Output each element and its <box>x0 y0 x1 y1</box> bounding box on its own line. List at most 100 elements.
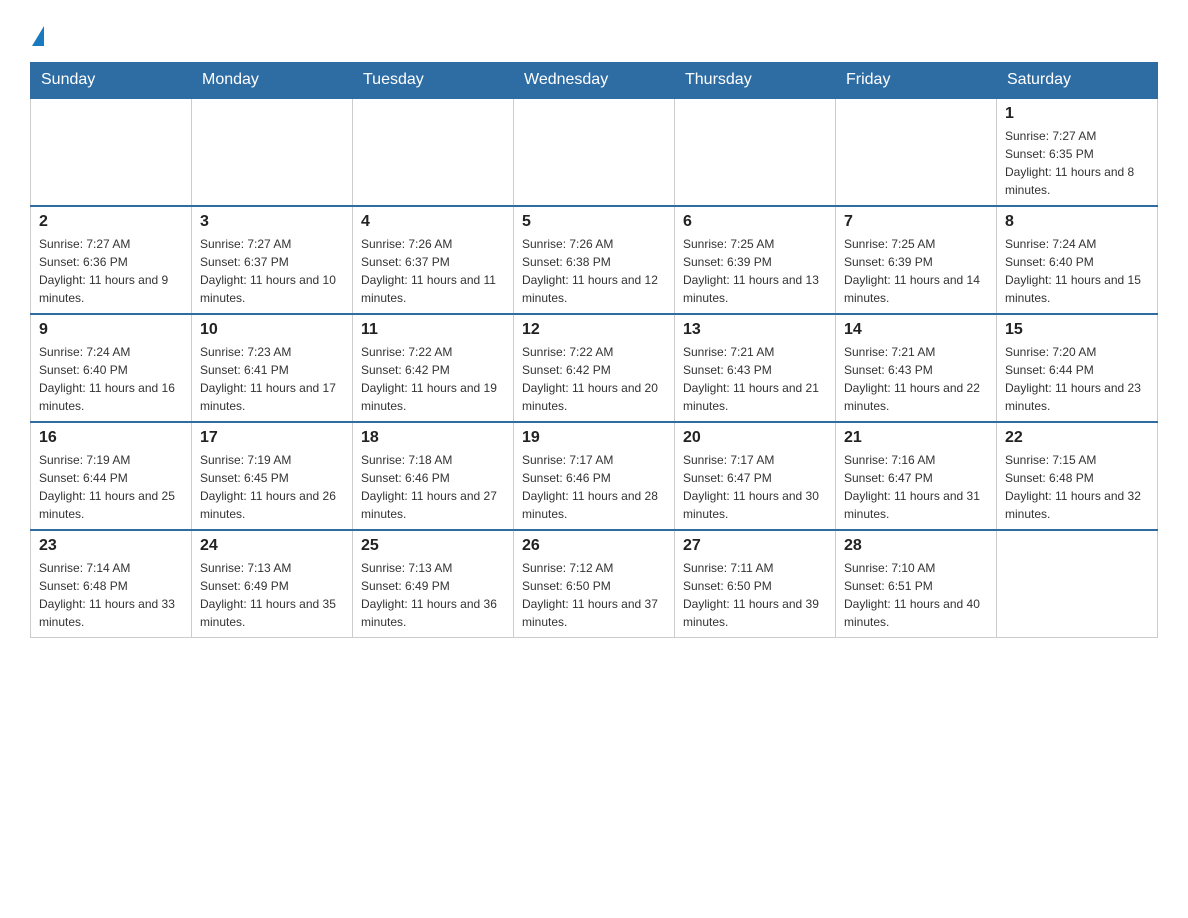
day-number: 22 <box>1005 429 1149 447</box>
day-number: 25 <box>361 537 505 555</box>
week-row-5: 23 Sunrise: 7:14 AM Sunset: 6:48 PM Dayli… <box>31 530 1158 638</box>
day-number: 15 <box>1005 321 1149 339</box>
day-info: Sunrise: 7:21 AM Sunset: 6:43 PM Dayligh… <box>683 343 827 415</box>
calendar-cell: 15 Sunrise: 7:20 AM Sunset: 6:44 PM Dayli… <box>997 314 1158 422</box>
calendar-cell: 17 Sunrise: 7:19 AM Sunset: 6:45 PM Dayli… <box>192 422 353 530</box>
week-row-1: 1 Sunrise: 7:27 AM Sunset: 6:35 PM Daylig… <box>31 98 1158 206</box>
calendar-cell: 16 Sunrise: 7:19 AM Sunset: 6:44 PM Dayli… <box>31 422 192 530</box>
day-info: Sunrise: 7:17 AM Sunset: 6:46 PM Dayligh… <box>522 451 666 523</box>
day-number: 28 <box>844 537 988 555</box>
day-info: Sunrise: 7:20 AM Sunset: 6:44 PM Dayligh… <box>1005 343 1149 415</box>
calendar-cell <box>514 98 675 206</box>
week-row-4: 16 Sunrise: 7:19 AM Sunset: 6:44 PM Dayli… <box>31 422 1158 530</box>
day-info: Sunrise: 7:17 AM Sunset: 6:47 PM Dayligh… <box>683 451 827 523</box>
calendar-cell: 2 Sunrise: 7:27 AM Sunset: 6:36 PM Daylig… <box>31 206 192 314</box>
day-info: Sunrise: 7:22 AM Sunset: 6:42 PM Dayligh… <box>361 343 505 415</box>
day-info: Sunrise: 7:25 AM Sunset: 6:39 PM Dayligh… <box>683 235 827 307</box>
calendar-cell: 1 Sunrise: 7:27 AM Sunset: 6:35 PM Daylig… <box>997 98 1158 206</box>
week-row-3: 9 Sunrise: 7:24 AM Sunset: 6:40 PM Daylig… <box>31 314 1158 422</box>
calendar-cell <box>836 98 997 206</box>
day-info: Sunrise: 7:25 AM Sunset: 6:39 PM Dayligh… <box>844 235 988 307</box>
day-info: Sunrise: 7:14 AM Sunset: 6:48 PM Dayligh… <box>39 559 183 631</box>
day-info: Sunrise: 7:21 AM Sunset: 6:43 PM Dayligh… <box>844 343 988 415</box>
weekday-header-monday: Monday <box>192 63 353 99</box>
calendar-cell: 11Sunrise: 7:22 AM Sunset: 6:42 PM Dayli… <box>353 314 514 422</box>
calendar-cell: 6Sunrise: 7:25 AM Sunset: 6:39 PM Daylig… <box>675 206 836 314</box>
day-info: Sunrise: 7:22 AM Sunset: 6:42 PM Dayligh… <box>522 343 666 415</box>
day-number: 16 <box>39 429 183 447</box>
calendar-cell: 24 Sunrise: 7:13 AM Sunset: 6:49 PM Dayli… <box>192 530 353 638</box>
week-row-2: 2 Sunrise: 7:27 AM Sunset: 6:36 PM Daylig… <box>31 206 1158 314</box>
weekday-header-row: SundayMondayTuesdayWednesdayThursdayFrid… <box>31 63 1158 99</box>
day-number: 17 <box>200 429 344 447</box>
logo-triangle-icon <box>32 26 44 46</box>
weekday-header-friday: Friday <box>836 63 997 99</box>
calendar-cell: 25 Sunrise: 7:13 AM Sunset: 6:49 PM Dayli… <box>353 530 514 638</box>
calendar-cell <box>31 98 192 206</box>
calendar-cell <box>192 98 353 206</box>
day-number: 5 <box>522 213 666 231</box>
calendar-cell: 18Sunrise: 7:18 AM Sunset: 6:46 PM Dayli… <box>353 422 514 530</box>
calendar-cell: 28 Sunrise: 7:10 AM Sunset: 6:51 PM Dayli… <box>836 530 997 638</box>
logo <box>30 20 46 52</box>
day-info: Sunrise: 7:19 AM Sunset: 6:44 PM Dayligh… <box>39 451 183 523</box>
weekday-header-sunday: Sunday <box>31 63 192 99</box>
day-number: 2 <box>39 213 183 231</box>
day-info: Sunrise: 7:24 AM Sunset: 6:40 PM Dayligh… <box>1005 235 1149 307</box>
day-number: 18 <box>361 429 505 447</box>
calendar-cell: 19 Sunrise: 7:17 AM Sunset: 6:46 PM Dayli… <box>514 422 675 530</box>
day-number: 3 <box>200 213 344 231</box>
day-info: Sunrise: 7:12 AM Sunset: 6:50 PM Dayligh… <box>522 559 666 631</box>
calendar-table: SundayMondayTuesdayWednesdayThursdayFrid… <box>30 62 1158 638</box>
day-number: 8 <box>1005 213 1149 231</box>
day-info: Sunrise: 7:15 AM Sunset: 6:48 PM Dayligh… <box>1005 451 1149 523</box>
day-number: 27 <box>683 537 827 555</box>
day-number: 23 <box>39 537 183 555</box>
calendar-cell: 8 Sunrise: 7:24 AM Sunset: 6:40 PM Daylig… <box>997 206 1158 314</box>
day-number: 20 <box>683 429 827 447</box>
calendar-cell <box>353 98 514 206</box>
weekday-header-wednesday: Wednesday <box>514 63 675 99</box>
day-number: 1 <box>1005 105 1149 123</box>
day-number: 12 <box>522 321 666 339</box>
calendar-cell: 21 Sunrise: 7:16 AM Sunset: 6:47 PM Dayli… <box>836 422 997 530</box>
day-info: Sunrise: 7:26 AM Sunset: 6:37 PM Dayligh… <box>361 235 505 307</box>
weekday-header-tuesday: Tuesday <box>353 63 514 99</box>
day-info: Sunrise: 7:27 AM Sunset: 6:36 PM Dayligh… <box>39 235 183 307</box>
day-info: Sunrise: 7:19 AM Sunset: 6:45 PM Dayligh… <box>200 451 344 523</box>
calendar-cell: 4 Sunrise: 7:26 AM Sunset: 6:37 PM Daylig… <box>353 206 514 314</box>
day-number: 19 <box>522 429 666 447</box>
day-number: 10 <box>200 321 344 339</box>
weekday-header-thursday: Thursday <box>675 63 836 99</box>
day-info: Sunrise: 7:23 AM Sunset: 6:41 PM Dayligh… <box>200 343 344 415</box>
day-number: 24 <box>200 537 344 555</box>
day-number: 9 <box>39 321 183 339</box>
page-header <box>30 20 1158 52</box>
calendar-cell: 12 Sunrise: 7:22 AM Sunset: 6:42 PM Dayli… <box>514 314 675 422</box>
day-info: Sunrise: 7:16 AM Sunset: 6:47 PM Dayligh… <box>844 451 988 523</box>
day-info: Sunrise: 7:26 AM Sunset: 6:38 PM Dayligh… <box>522 235 666 307</box>
calendar-cell: 27 Sunrise: 7:11 AM Sunset: 6:50 PM Dayli… <box>675 530 836 638</box>
weekday-header-saturday: Saturday <box>997 63 1158 99</box>
day-info: Sunrise: 7:11 AM Sunset: 6:50 PM Dayligh… <box>683 559 827 631</box>
day-info: Sunrise: 7:10 AM Sunset: 6:51 PM Dayligh… <box>844 559 988 631</box>
day-info: Sunrise: 7:13 AM Sunset: 6:49 PM Dayligh… <box>361 559 505 631</box>
calendar-cell <box>997 530 1158 638</box>
calendar-cell: 14Sunrise: 7:21 AM Sunset: 6:43 PM Dayli… <box>836 314 997 422</box>
calendar-cell: 7 Sunrise: 7:25 AM Sunset: 6:39 PM Daylig… <box>836 206 997 314</box>
day-info: Sunrise: 7:27 AM Sunset: 6:37 PM Dayligh… <box>200 235 344 307</box>
day-number: 4 <box>361 213 505 231</box>
day-number: 7 <box>844 213 988 231</box>
calendar-cell: 9 Sunrise: 7:24 AM Sunset: 6:40 PM Daylig… <box>31 314 192 422</box>
calendar-cell: 23 Sunrise: 7:14 AM Sunset: 6:48 PM Dayli… <box>31 530 192 638</box>
calendar-cell <box>675 98 836 206</box>
day-number: 13 <box>683 321 827 339</box>
day-number: 21 <box>844 429 988 447</box>
calendar-cell: 22 Sunrise: 7:15 AM Sunset: 6:48 PM Dayli… <box>997 422 1158 530</box>
calendar-cell: 20 Sunrise: 7:17 AM Sunset: 6:47 PM Dayli… <box>675 422 836 530</box>
calendar-cell: 13 Sunrise: 7:21 AM Sunset: 6:43 PM Dayli… <box>675 314 836 422</box>
day-info: Sunrise: 7:27 AM Sunset: 6:35 PM Dayligh… <box>1005 127 1149 199</box>
day-info: Sunrise: 7:24 AM Sunset: 6:40 PM Dayligh… <box>39 343 183 415</box>
day-info: Sunrise: 7:13 AM Sunset: 6:49 PM Dayligh… <box>200 559 344 631</box>
calendar-cell: 26Sunrise: 7:12 AM Sunset: 6:50 PM Dayli… <box>514 530 675 638</box>
